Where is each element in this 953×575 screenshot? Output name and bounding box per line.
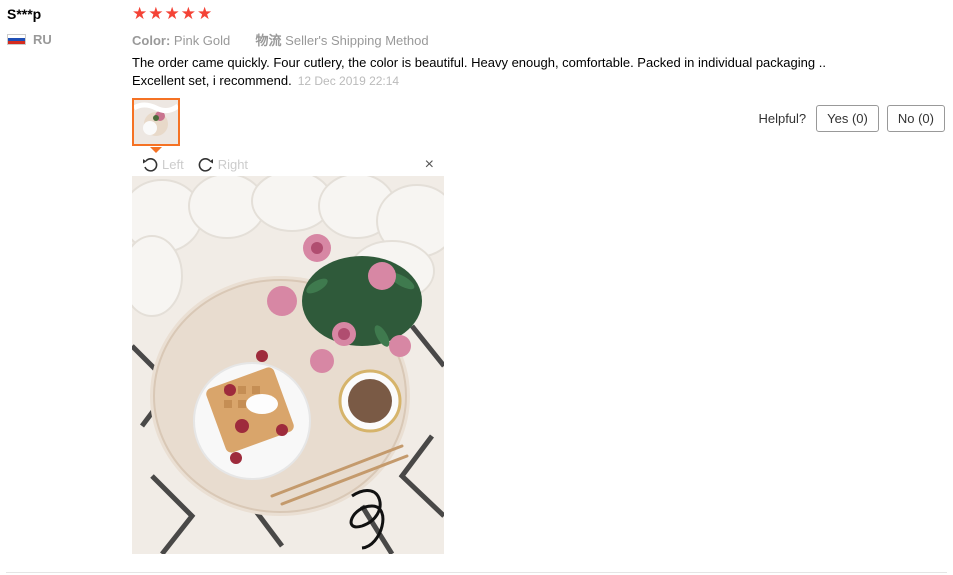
rotate-right-icon <box>198 157 213 172</box>
star-icon: ★ <box>148 4 164 23</box>
review-divider <box>6 572 947 573</box>
helpful-section: Helpful? Yes (0) No (0) <box>758 105 945 132</box>
review-date: 12 Dec 2019 22:14 <box>297 74 400 88</box>
review-photo <box>132 176 444 554</box>
color-label: Color: <box>132 33 171 48</box>
star-icon: ★ <box>180 4 196 23</box>
review-content: The order came quickly. Four cutlery, th… <box>132 54 862 90</box>
star-icon: ★ <box>197 4 213 23</box>
shipping-value: Seller's Shipping Method <box>285 33 429 48</box>
helpful-label: Helpful? <box>758 111 807 126</box>
helpful-no-button[interactable]: No (0) <box>886 105 945 132</box>
reviewer-country: RU <box>7 32 52 47</box>
rotate-right-label: Right <box>217 157 249 172</box>
star-icon: ★ <box>132 4 148 23</box>
helpful-yes-button[interactable]: Yes (0) <box>816 105 879 132</box>
close-icon[interactable]: × <box>425 156 434 174</box>
rating-stars: ★ ★ ★ ★ ★ <box>132 5 212 22</box>
color-value: Pink Gold <box>173 33 231 48</box>
russia-flag-icon <box>7 34 26 45</box>
photo-viewer-toolbar: Left Right × <box>132 153 444 176</box>
rotate-left-label: Left <box>162 157 184 172</box>
review-text: The order came quickly. Four cutlery, th… <box>132 55 826 88</box>
country-code: RU <box>33 32 52 47</box>
sku-info: Color: Pink Gold 物流 Seller's Shipping Me… <box>132 30 429 49</box>
review-photo-thumbnail[interactable] <box>132 98 180 146</box>
rotate-left-button[interactable]: Left <box>142 157 184 173</box>
rotate-right-button[interactable]: Right <box>198 157 248 173</box>
photo-viewer: Left Right × <box>132 153 444 555</box>
rotate-left-icon <box>143 157 158 172</box>
reviewer-name: S***p <box>7 6 42 22</box>
star-icon: ★ <box>164 4 180 23</box>
shipping-label: 物流 <box>255 33 282 48</box>
